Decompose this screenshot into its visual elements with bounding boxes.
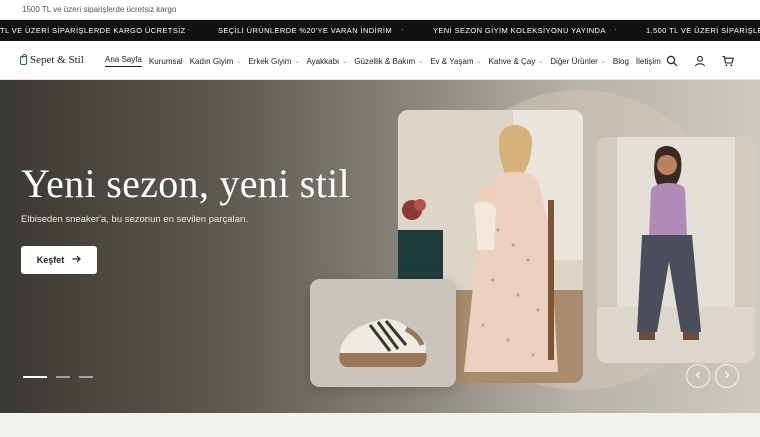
announcement-item: YENİ SEZON GİYİM KOLEKSİYONU YAYINDA — [433, 26, 606, 35]
menu-item-blog[interactable]: Blog — [613, 55, 629, 67]
logo-text: Sepet & Stil — [30, 54, 84, 66]
discover-button[interactable]: Keşfet — [21, 246, 97, 274]
menu-label: Kahve & Çay — [488, 56, 536, 66]
slide-indicator-1[interactable] — [23, 376, 47, 378]
separator-dot: · — [187, 25, 191, 34]
menu-item-women[interactable]: Kadın Giyim ⌄ — [190, 55, 242, 67]
previous-slide-button[interactable] — [686, 364, 710, 388]
chevron-down-icon: ⌄ — [538, 58, 544, 65]
separator-dot: · — [614, 25, 618, 34]
menu-item-home[interactable]: Ana Sayfa — [105, 55, 142, 67]
chevron-down-icon: ⌄ — [294, 58, 300, 65]
menu-item-shoes[interactable]: Ayakkabı ⌄ — [306, 55, 347, 67]
menu-label: Blog — [612, 56, 629, 66]
menu-item-coffee-tea[interactable]: Kahve & Çay ⌄ — [489, 55, 544, 67]
menu-label: Kadın Giyim — [189, 56, 234, 66]
menu-item-men[interactable]: Erkek Giyim ⌄ — [248, 55, 299, 67]
menu-label: İletişim — [635, 56, 661, 66]
announcement-marquee: TL VE ÜZERİ SİPARİŞLERDE KARGO ÜCRETSİZ … — [0, 20, 760, 41]
menu-label: Erkek Giyim — [248, 56, 292, 66]
menu-item-home-living[interactable]: Ev & Yaşam ⌄ — [430, 55, 481, 67]
header-actions — [666, 54, 734, 67]
menu-label: Kurumsal — [148, 56, 183, 66]
cart-icon[interactable] — [722, 54, 734, 67]
chevron-down-icon: ⌄ — [476, 58, 482, 65]
chevron-down-icon: ⌄ — [236, 58, 242, 65]
discover-button-label: Keşfet — [36, 255, 65, 265]
shopping-bag-icon — [20, 53, 27, 65]
next-slide-button[interactable] — [715, 364, 739, 388]
promo-topbar: 1500 TL ve üzeri siparişlerde ücretsiz k… — [0, 0, 760, 20]
hero-banner: Yeni sezon, yeni stil Elbiseden sneaker'… — [0, 80, 760, 413]
menu-label: Ana Sayfa — [105, 55, 142, 64]
menu-label: Güzellik & Bakım — [354, 56, 416, 66]
menu-label: Ayakkabı — [306, 56, 340, 66]
main-menu: Ana Sayfa Kurumsal Kadın Giyim ⌄ Erkek Gi… — [105, 55, 668, 67]
chevron-down-icon: ⌄ — [418, 58, 424, 65]
chevron-left-icon — [695, 371, 701, 381]
slider-controls — [686, 364, 739, 388]
slide-indicator-3[interactable] — [79, 376, 93, 378]
menu-label: Diğer Ürünler — [550, 56, 598, 66]
search-icon[interactable] — [666, 54, 678, 67]
slider-pagination — [23, 376, 93, 378]
chevron-down-icon: ⌄ — [342, 58, 348, 65]
menu-item-corporate[interactable]: Kurumsal — [149, 55, 183, 67]
hero-image-sneaker — [310, 279, 456, 387]
user-icon[interactable] — [694, 54, 706, 67]
chevron-down-icon: ⌄ — [600, 58, 606, 65]
main-header: Sepet & Stil Ana Sayfa Kurumsal Kadın Gi… — [0, 41, 760, 80]
site-logo[interactable]: Sepet & Stil — [20, 53, 84, 66]
hero-image-model — [597, 137, 755, 363]
slide-indicator-2[interactable] — [56, 376, 70, 378]
menu-item-beauty[interactable]: Güzellik & Bakım ⌄ — [354, 55, 423, 67]
announcement-item: 1.500 TL VE ÜZERİ SİPARİŞLERDE — [646, 26, 760, 35]
announcement-item: TL VE ÜZERİ SİPARİŞLERDE KARGO ÜCRETSİZ — [0, 26, 186, 35]
menu-item-other[interactable]: Diğer Ürünler ⌄ — [550, 55, 606, 67]
hero-title: Yeni sezon, yeni stil — [21, 161, 350, 206]
arrow-right-icon — [72, 255, 82, 265]
chevron-right-icon — [724, 371, 730, 381]
hero-subtitle: Elbiseden sneaker'a, bu sezonun en sevil… — [21, 214, 249, 225]
separator-dot: · — [401, 25, 405, 34]
promo-text: 1500 TL ve üzeri siparişlerde ücretsiz k… — [22, 5, 177, 14]
menu-item-contact[interactable]: İletişim — [636, 55, 661, 67]
announcement-item: SEÇİLİ ÜRÜNLERDE %20'YE VARAN İNDİRİM — [218, 26, 393, 35]
menu-label: Ev & Yaşam — [430, 56, 474, 66]
